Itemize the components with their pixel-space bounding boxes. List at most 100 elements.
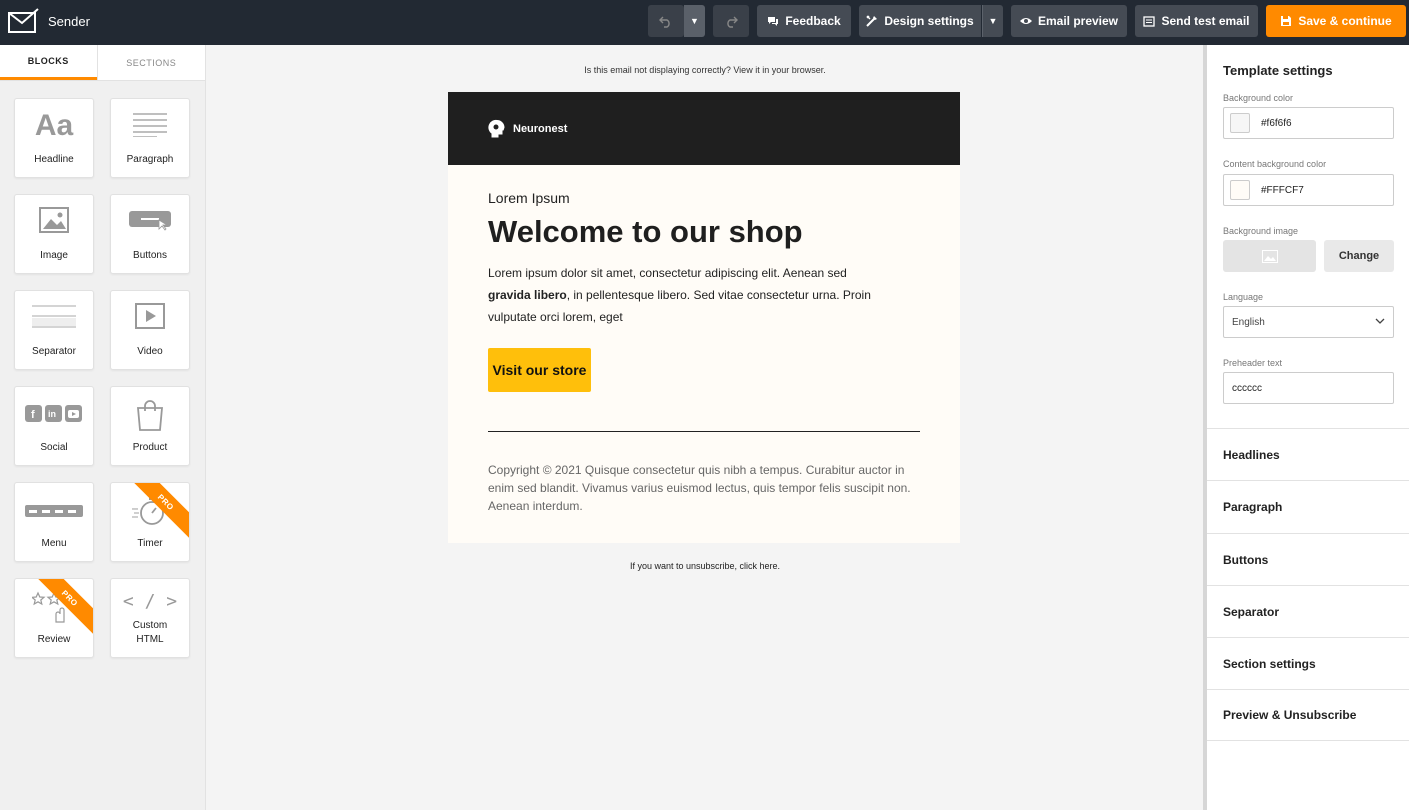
block-separator[interactable]: Separator (14, 290, 94, 370)
email-headline: Welcome to our shop (488, 214, 803, 249)
send-test-email-button[interactable]: Send test email (1135, 5, 1258, 37)
brand-name: Neuronest (513, 122, 568, 135)
block-menu[interactable]: Menu (14, 482, 94, 562)
redo-button[interactable] (713, 5, 749, 37)
view-in-browser-note[interactable]: Is this email not displaying correctly? … (206, 65, 1204, 75)
email-preview-button[interactable]: Email preview (1011, 5, 1127, 37)
section-section-settings[interactable]: Section settings (1207, 637, 1409, 689)
panel-tabs: BLOCKS SECTIONS (0, 45, 205, 81)
block-label: Social (40, 442, 68, 453)
block-label: Separator (32, 346, 76, 357)
preheader-label: Preheader text (1223, 358, 1283, 368)
shopping-bag-icon (137, 400, 163, 431)
svg-text:in: in (48, 409, 56, 419)
block-social[interactable]: f in Social (14, 386, 94, 466)
section-buttons[interactable]: Buttons (1207, 533, 1409, 585)
language-label: Language (1223, 292, 1264, 302)
floppy-disk-icon (1281, 16, 1292, 26)
chevron-down-icon (1375, 318, 1385, 324)
app-name: Sender (48, 13, 90, 29)
change-image-button[interactable]: Change (1324, 240, 1394, 272)
block-paragraph[interactable]: Paragraph (110, 98, 190, 178)
sender-logo-icon (8, 8, 39, 33)
top-bar: Sender ▼ Feedback Design settings ▼ Emai… (0, 0, 1409, 45)
feedback-button[interactable]: Feedback (757, 5, 851, 37)
bg-color-swatch[interactable] (1230, 113, 1250, 133)
bg-image-preview[interactable] (1223, 240, 1316, 272)
design-settings-button[interactable]: Design settings (859, 5, 981, 37)
social-icon: f in (25, 405, 82, 422)
block-label: Headline (34, 154, 74, 165)
email-paragraph: Lorem ipsum dolor sit amet, consectetur … (488, 262, 888, 328)
app-logo[interactable]: Sender (8, 8, 90, 34)
design-settings-label: Design settings (884, 14, 974, 28)
brand-head-icon (488, 119, 505, 138)
undo-history-dropdown[interactable]: ▼ (684, 5, 705, 37)
block-label: Custom HTML (132, 620, 168, 645)
bg-color-field[interactable]: #f6f6f6 (1223, 107, 1394, 139)
tools-icon (866, 15, 878, 27)
code-icon: < / > (122, 591, 178, 612)
section-headlines[interactable]: Headlines (1207, 428, 1409, 480)
block-review[interactable]: Review PRO (14, 578, 94, 658)
undo-icon (659, 16, 670, 28)
undo-button[interactable] (648, 5, 684, 37)
block-headline[interactable]: Aa Headline (14, 98, 94, 178)
language-value: English (1232, 316, 1265, 328)
preheader-input[interactable]: cccccc (1223, 372, 1394, 404)
envelope-icon (1143, 16, 1156, 27)
block-label: Timer (137, 538, 163, 549)
feedback-label: Feedback (785, 14, 841, 28)
design-settings-dropdown[interactable]: ▼ (982, 5, 1003, 37)
save-label: Save & continue (1298, 14, 1392, 28)
email-preview-label: Email preview (1037, 14, 1119, 28)
caret-down-icon: ▼ (690, 16, 699, 26)
save-continue-button[interactable]: Save & continue (1266, 5, 1406, 37)
block-timer[interactable]: Timer PRO (110, 482, 190, 562)
chat-bubbles-icon (768, 17, 779, 26)
image-placeholder-icon (1261, 249, 1278, 263)
block-product[interactable]: Product (110, 386, 190, 466)
block-label: Image (40, 250, 68, 261)
content-bg-field[interactable]: #FFFCF7 (1223, 174, 1394, 206)
tab-sections[interactable]: SECTIONS (96, 45, 205, 80)
content-bg-value: #FFFCF7 (1261, 184, 1304, 196)
block-label: Paragraph (126, 154, 174, 165)
block-image[interactable]: Image (14, 194, 94, 274)
block-label: Product (132, 442, 168, 453)
section-paragraph[interactable]: Paragraph (1207, 480, 1409, 532)
eye-icon (1019, 18, 1032, 24)
blocks-panel: BLOCKS SECTIONS Aa Headline Paragraph Im… (0, 45, 206, 810)
email-divider (488, 431, 920, 432)
language-select[interactable]: English (1223, 306, 1394, 338)
block-label: Video (137, 346, 163, 357)
block-label: Review (37, 634, 71, 645)
block-label: Menu (41, 538, 67, 549)
redo-icon (727, 16, 738, 28)
paragraph-bold-text: gravida libero (488, 288, 567, 302)
menu-icon (25, 505, 83, 517)
block-buttons[interactable]: Buttons (110, 194, 190, 274)
caret-down-icon: ▼ (988, 16, 998, 26)
email-content[interactable]: Lorem Ipsum Welcome to our shop Lorem ip… (448, 165, 960, 543)
section-separator[interactable]: Separator (1207, 585, 1409, 637)
settings-title: Template settings (1223, 63, 1333, 78)
paragraph-icon (133, 113, 167, 137)
visit-store-button[interactable]: Visit our store (488, 348, 591, 392)
unsubscribe-note[interactable]: If you want to unsubscribe, click here. (206, 561, 1204, 571)
tab-blocks[interactable]: BLOCKS (0, 45, 97, 80)
email-template: Neuronest Lorem Ipsum Welcome to our sho… (448, 92, 960, 543)
section-preview-unsubscribe[interactable]: Preview & Unsubscribe (1207, 689, 1409, 741)
send-test-label: Send test email (1161, 14, 1250, 28)
content-bg-label: Content background color (1223, 159, 1327, 169)
content-bg-swatch[interactable] (1230, 180, 1250, 200)
block-custom-html[interactable]: < / > Custom HTML (110, 578, 190, 658)
bg-color-label: Background color (1223, 93, 1294, 103)
paragraph-text: Lorem ipsum dolor sit amet, consectetur … (488, 266, 847, 280)
block-video[interactable]: Video (110, 290, 190, 370)
button-icon (129, 211, 171, 231)
headline-icon: Aa (34, 109, 74, 142)
svg-text:f: f (31, 409, 35, 421)
image-icon (39, 207, 69, 233)
email-header[interactable]: Neuronest (448, 92, 960, 165)
